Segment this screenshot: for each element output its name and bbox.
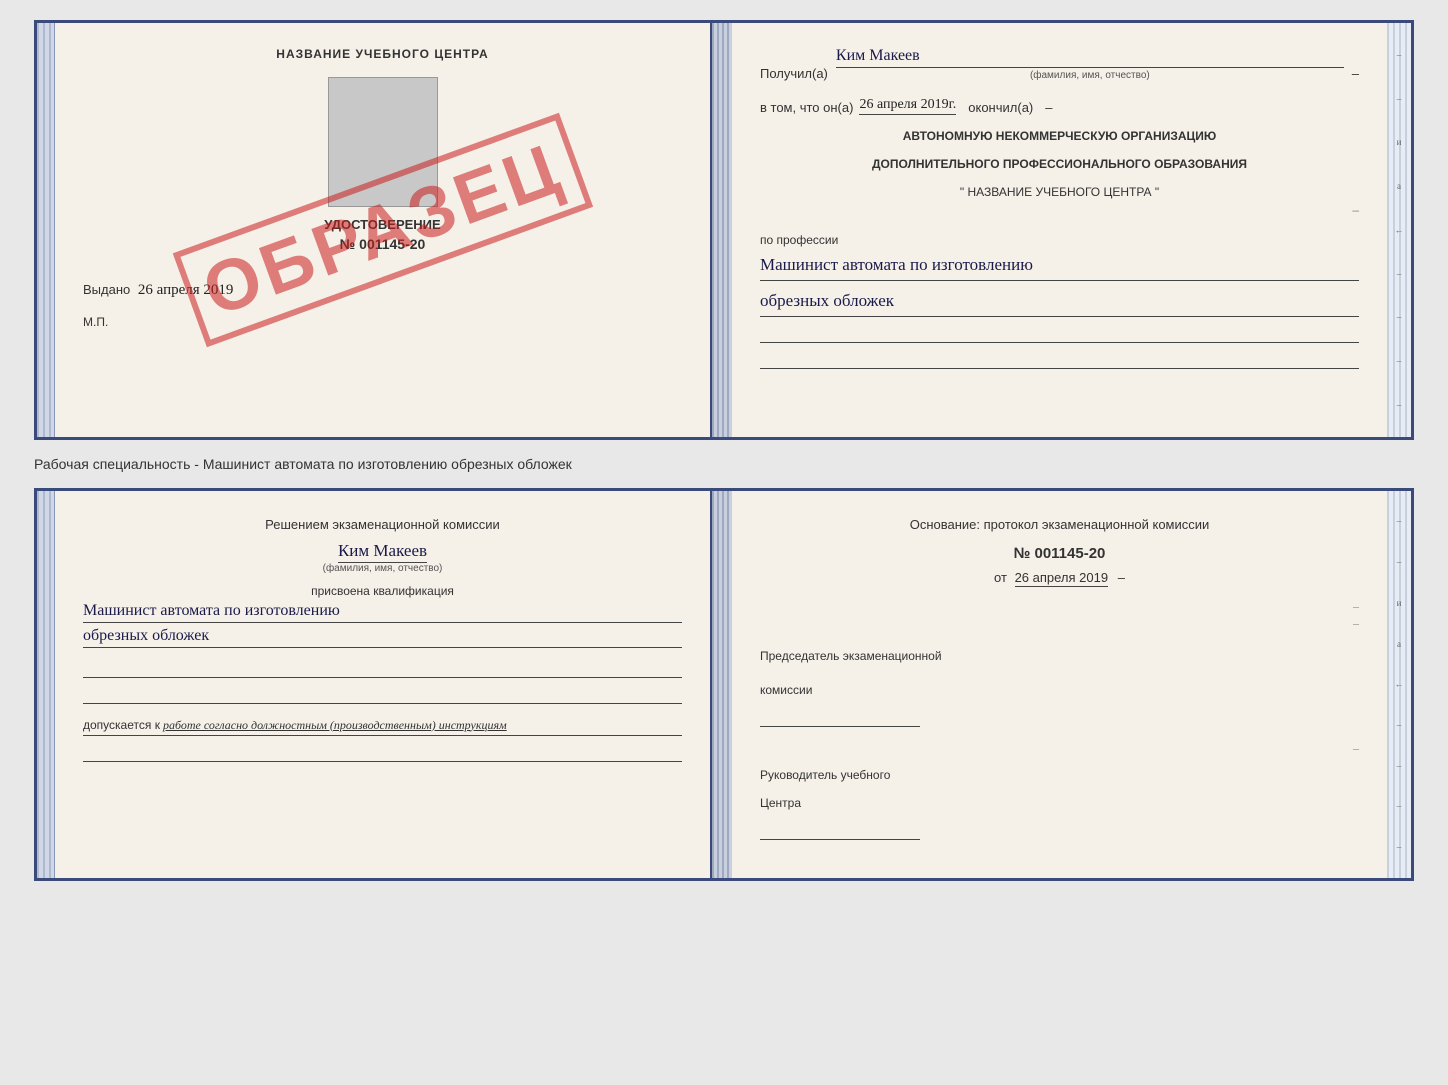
left-spine-bottom xyxy=(37,491,55,878)
assigned-label: присвоена квалификация xyxy=(83,584,682,598)
edge-mark-3: и xyxy=(1397,137,1402,147)
bottom-underline-3 xyxy=(83,740,682,762)
name-field-wrapper: Ким Макеев (фамилия, имя, отчество) xyxy=(836,47,1344,81)
edge-mark-b9: – xyxy=(1397,842,1402,852)
received-label: Получил(а) xyxy=(760,66,828,81)
center-spine xyxy=(712,23,732,437)
edge-mark-5: ← xyxy=(1395,225,1404,235)
name-undertext-top: (фамилия, имя, отчество) xyxy=(836,70,1344,81)
basis-label: Основание: протокол экзаменационной коми… xyxy=(760,515,1359,535)
document-container: НАЗВАНИЕ УЧЕБНОГО ЦЕНТРА ОБРАЗЕЦ УДОСТОВ… xyxy=(34,20,1414,881)
director-sig-line xyxy=(760,816,920,840)
name-undertext-bottom: (фамилия, имя, отчество) xyxy=(83,563,682,574)
protocol-date-value: 26 апреля 2019 xyxy=(1015,570,1109,587)
protocol-dash: – xyxy=(1118,570,1125,585)
photo-placeholder xyxy=(328,77,438,207)
edge-mark-b4: а xyxy=(1397,639,1401,649)
edge-mark-b3: и xyxy=(1397,598,1402,608)
protocol-date-prefix: от xyxy=(994,570,1007,585)
edge-mark-b1: – xyxy=(1397,516,1402,526)
right-edge-bottom: – – и а ← – – – – xyxy=(1387,491,1411,878)
chairman-label: Председатель экзаменационной xyxy=(760,647,1359,665)
edge-mark-b2: – xyxy=(1397,557,1402,567)
cert-number: № 001145-20 xyxy=(83,236,682,252)
right-edge-top: – – и а ← – – – – xyxy=(1387,23,1411,437)
issued-label: Выдано xyxy=(83,282,130,297)
profession-line1: Машинист автомата по изготовлению xyxy=(760,251,1359,281)
director-label2: Центра xyxy=(760,794,1359,812)
recipient-name: Ким Макеев xyxy=(836,47,1344,68)
chairman-line2: комиссии xyxy=(760,683,812,697)
left-spine xyxy=(37,23,55,437)
cert-front-right: Получил(а) Ким Макеев (фамилия, имя, отч… xyxy=(732,23,1387,437)
decision-line1: Решением экзаменационной комиссии xyxy=(83,515,682,535)
chairman-label2: комиссии xyxy=(760,681,1359,699)
edge-mark-6: – xyxy=(1397,269,1402,279)
chairman-sig-line xyxy=(760,703,920,727)
edge-mark-4: а xyxy=(1397,181,1401,191)
director-line1: Руководитель учебного xyxy=(760,768,890,782)
dash-1: – xyxy=(1352,66,1359,81)
dash-r1: – xyxy=(1353,599,1359,614)
center-spine-bottom xyxy=(712,491,732,878)
qualification-line1: Машинист автомата по изготовлению xyxy=(83,602,682,623)
in-that-row: в том, что он(а) 26 апреля 2019г. окончи… xyxy=(760,97,1359,115)
profession-label: по профессии xyxy=(760,233,1359,247)
dash-r2: – xyxy=(1353,616,1359,631)
decision-left: Решением экзаменационной комиссии Ким Ма… xyxy=(55,491,712,878)
dash-2: – xyxy=(1045,100,1052,115)
in-that-label: в том, что он(а) xyxy=(760,100,853,115)
profession-line2: обрезных обложек xyxy=(760,287,1359,317)
director-line2: Центра xyxy=(760,796,801,810)
dash-r3: – xyxy=(1353,741,1359,756)
qualification-line2: обрезных обложек xyxy=(83,627,682,648)
protocol-number: № 001145-20 xyxy=(760,545,1359,562)
school-title-top: НАЗВАНИЕ УЧЕБНОГО ЦЕНТРА xyxy=(83,47,682,61)
small-text-right: – xyxy=(1352,203,1359,217)
allowed-text: допускается к работе согласно должностны… xyxy=(83,718,682,736)
director-label: Руководитель учебного xyxy=(760,766,1359,784)
received-row: Получил(а) Ким Макеев (фамилия, имя, отч… xyxy=(760,47,1359,81)
bottom-underline-2 xyxy=(83,682,682,704)
cert-issued: Выдано 26 апреля 2019 xyxy=(83,282,682,299)
between-label: Рабочая специальность - Машинист автомат… xyxy=(34,450,1414,478)
org-line3: " НАЗВАНИЕ УЧЕБНОГО ЦЕНТРА " xyxy=(760,185,1359,199)
basis-right: Основание: протокол экзаменационной коми… xyxy=(732,491,1387,878)
cert-subtitle: УДОСТОВЕРЕНИЕ xyxy=(83,217,682,232)
person-name-wrapper: Ким Макеев xyxy=(83,541,682,561)
mp-label: М.П. xyxy=(83,315,682,329)
org-line1: АВТОНОМНУЮ НЕКОММЕРЧЕСКУЮ ОРГАНИЗАЦИЮ xyxy=(760,129,1359,143)
edge-mark-2: – xyxy=(1397,94,1402,104)
chairman-line1: Председатель экзаменационной xyxy=(760,649,942,663)
person-name-bottom: Ким Макеев xyxy=(338,541,427,563)
issued-date: 26 апреля 2019 xyxy=(138,282,234,298)
bottom-underline-1 xyxy=(83,656,682,678)
completed-label: окончил(а) xyxy=(968,100,1033,115)
doc-bottom: Решением экзаменационной комиссии Ким Ма… xyxy=(34,488,1414,881)
edge-mark-7: – xyxy=(1397,312,1402,322)
allowed-label-main: работе согласно должностным (производств… xyxy=(163,718,507,732)
completion-date: 26 апреля 2019г. xyxy=(859,97,956,115)
edge-mark-b5: ← xyxy=(1395,679,1404,689)
edge-mark-8: – xyxy=(1397,356,1402,366)
edge-mark-b7: – xyxy=(1397,761,1402,771)
allowed-label-prefix: допускается к xyxy=(83,718,160,732)
edge-mark-b6: – xyxy=(1397,720,1402,730)
org-line2: ДОПОЛНИТЕЛЬНОГО ПРОФЕССИОНАЛЬНОГО ОБРАЗО… xyxy=(760,157,1359,171)
protocol-date-row: от 26 апреля 2019 – xyxy=(760,570,1359,585)
cert-front-left: НАЗВАНИЕ УЧЕБНОГО ЦЕНТРА ОБРАЗЕЦ УДОСТОВ… xyxy=(55,23,712,437)
edge-mark-b8: – xyxy=(1397,801,1402,811)
extra-line-2 xyxy=(760,349,1359,369)
extra-line-1 xyxy=(760,323,1359,343)
edge-mark-9: – xyxy=(1397,400,1402,410)
doc-top: НАЗВАНИЕ УЧЕБНОГО ЦЕНТРА ОБРАЗЕЦ УДОСТОВ… xyxy=(34,20,1414,440)
edge-mark-1: – xyxy=(1397,50,1402,60)
